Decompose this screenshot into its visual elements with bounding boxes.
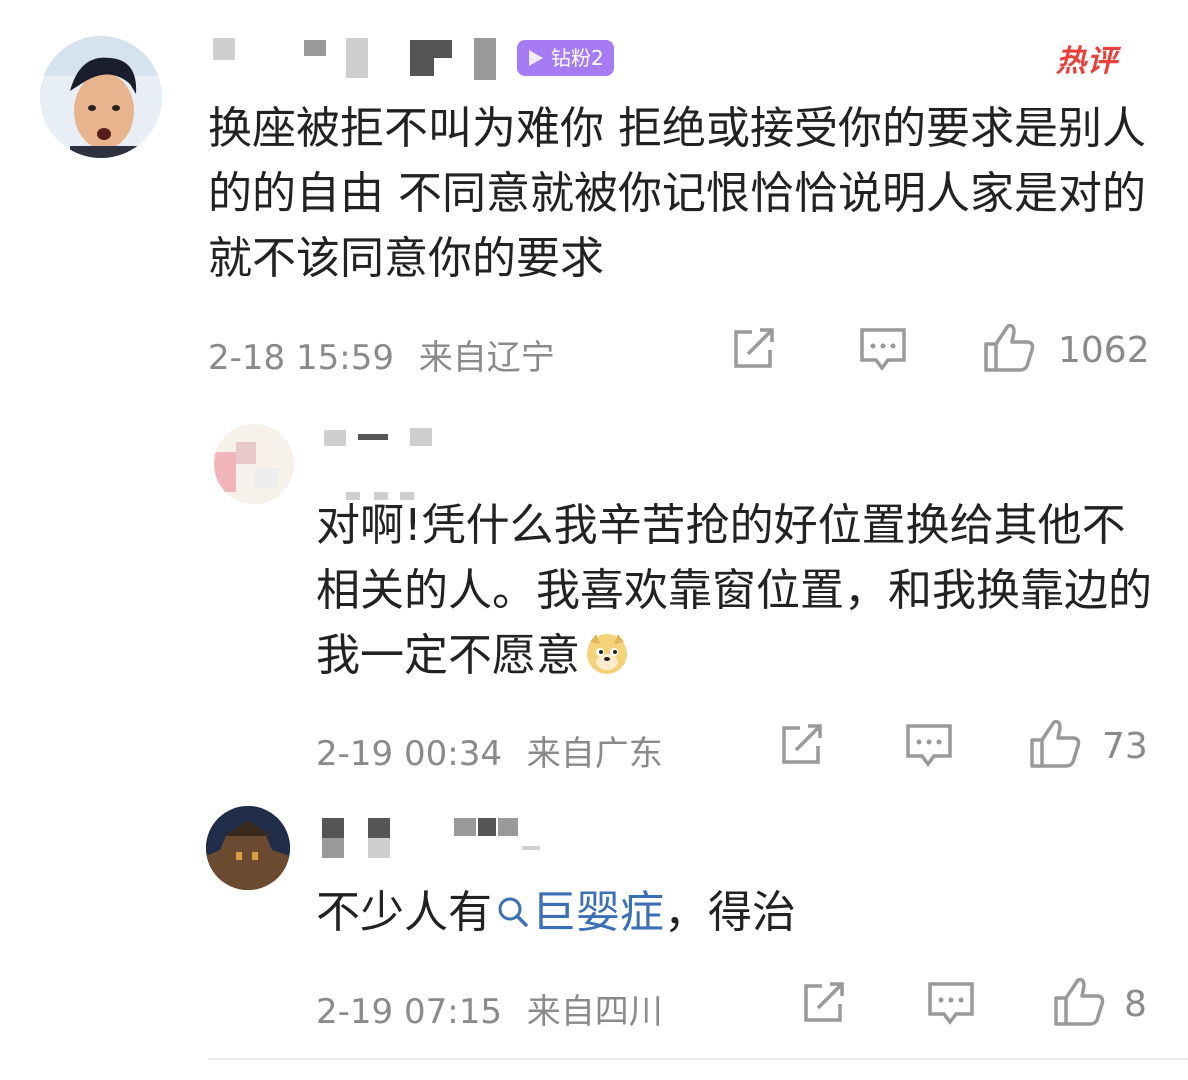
comment-body-start: 不少人有: [316, 887, 492, 938]
doge-emoji-icon: [584, 629, 630, 694]
thumbs-up-icon: [1054, 977, 1105, 1026]
user-avatar[interactable]: [206, 806, 290, 890]
comment-text: 换座被拒不叫为难你 拒绝或接受你的要求是别人的的自由 不同意就被你记恨恰恰说明人…: [208, 103, 1146, 284]
like-button[interactable]: [1052, 976, 1106, 1032]
thumbs-up-icon: [1030, 719, 1081, 768]
comment-icon: [906, 724, 952, 767]
share-icon: [804, 982, 844, 1022]
user-avatar[interactable]: [40, 36, 162, 158]
comment-meta: 2-18 15:59 来自辽宁: [208, 330, 555, 379]
like-button[interactable]: [982, 322, 1036, 378]
comment-text: 不少人有 巨婴症，得治: [316, 880, 1156, 945]
comment-meta: 2-19 07:15 来自四川: [316, 984, 663, 1033]
comment-location: 来自辽宁: [418, 338, 555, 378]
like-count: 8: [1124, 984, 1147, 1025]
topic-label: 巨婴症: [532, 887, 664, 938]
comment-meta: 2-19 00:34 来自广东: [316, 726, 663, 775]
reply-button[interactable]: [858, 326, 908, 378]
reply-button[interactable]: [926, 980, 976, 1032]
share-icon: [734, 328, 774, 368]
comment-body: 对啊!凭什么我辛苦抢的好位置换给其他不相关的人。我喜欢靠窗位置，和我换靠边的我一…: [316, 500, 1152, 681]
like-count: 1062: [1058, 330, 1150, 371]
user-avatar[interactable]: [214, 424, 294, 504]
search-icon: [498, 897, 528, 927]
share-button[interactable]: [800, 980, 848, 1030]
badge-label: 钻粉2: [551, 46, 604, 70]
comment-text: 对啊!凭什么我辛苦抢的好位置换给其他不相关的人。我喜欢靠窗位置，和我换靠边的我一…: [316, 493, 1156, 694]
share-icon: [782, 724, 822, 764]
comment-time: 2-19 00:34: [316, 734, 502, 774]
comment-location: 来自广东: [526, 734, 663, 774]
badge-icon: [529, 50, 543, 66]
like-button[interactable]: [1028, 718, 1082, 774]
share-button[interactable]: [730, 326, 778, 376]
comment-body-end: ，得治: [664, 887, 796, 938]
share-button[interactable]: [778, 722, 826, 772]
comment-icon: [928, 982, 974, 1025]
hot-comment-tag: 热评: [1056, 44, 1118, 79]
comment-icon: [860, 328, 906, 371]
like-count: 73: [1102, 726, 1148, 767]
divider: [208, 1058, 1188, 1060]
comment-time: 2-18 15:59: [208, 338, 394, 378]
comment-time: 2-19 07:15: [316, 992, 502, 1032]
thumbs-up-icon: [984, 323, 1035, 372]
comment-location: 来自四川: [526, 992, 663, 1032]
reply-button[interactable]: [904, 722, 954, 774]
topic-link[interactable]: 巨婴症: [492, 887, 664, 938]
fan-level-badge: 钻粉2: [517, 40, 614, 76]
